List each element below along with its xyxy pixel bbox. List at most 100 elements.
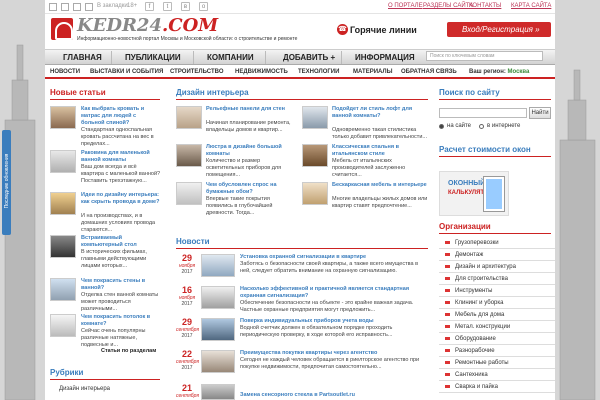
nav-info[interactable]: ИНФОРМАЦИЯ [355,53,415,62]
org-item[interactable]: Демонтаж [439,249,555,261]
nav2-feedback[interactable]: ОБРАТНАЯ СВЯЗЬ [401,69,457,75]
article-thumb[interactable] [50,278,76,301]
nav2-construction[interactable]: СТРОИТЕЛЬСТВО [170,69,224,75]
news-item-title[interactable]: Замена сенсорного стекла в Partsoutlet.r… [240,392,428,399]
facebook-icon[interactable]: f [145,2,154,11]
hotline-link[interactable]: Горячие линии [350,25,417,35]
top-link-sitemap[interactable]: КАРТА САЙТА [511,3,551,9]
nav2-events[interactable]: ВЫСТАВКИ И СОБЫТИЯ [90,69,163,75]
design-thumb[interactable] [176,144,202,167]
radio-internet[interactable] [479,124,484,129]
news-thumb[interactable] [201,254,235,277]
rubrics-title: Рубрики [50,368,84,377]
logo-text[interactable]: KEDR24.COM [77,15,218,36]
site-search-button[interactable]: Найти [529,107,551,119]
org-item[interactable]: Разнорабочие [439,345,555,357]
design-thumb[interactable] [302,144,328,167]
design-item-title[interactable]: Подойдет ли стиль лофт для ванной комнат… [332,106,428,120]
radio-site[interactable] [439,124,444,129]
news-item-text: Обеспечение безопасности на объекте - эт… [240,300,414,313]
top-link-sections[interactable]: РАЗДЕЛЫ САЙТА [423,3,473,9]
org-item[interactable]: Грузоперевозки [439,237,555,249]
header-search-input[interactable]: Поиск по ключевым словам [426,51,543,61]
age-badge: 18+ [127,3,138,9]
design-title: Дизайн интерьера [176,88,249,97]
news-item-text: Водной счетчик должен в обязательном пор… [240,325,393,338]
login-button[interactable]: Вход/Регистрация » [447,22,551,37]
news-date: 16 ноября 2017 [178,285,196,308]
article-title[interactable]: Идеи по дизайну интерьера: как скрыть пр… [81,192,161,206]
site-search-input[interactable] [439,108,527,118]
top-link-contacts[interactable]: КОНТАКТЫ [469,3,501,9]
design-item-title[interactable]: Бескаркасная мебель в интерьере [332,182,428,189]
email-icon[interactable] [61,3,69,11]
new-articles-title: Новые статьи [50,88,106,97]
org-item[interactable]: Сантехника [439,369,555,381]
news-item-title[interactable]: Преимущества покупки квартиры через аген… [240,350,428,357]
article-text: Стандартная односпальная кровать рассчит… [81,127,154,147]
design-item-title[interactable]: Рельефные панели для стен [206,106,296,113]
design-thumb[interactable] [176,106,202,129]
home-icon[interactable] [73,3,81,11]
nav-publications[interactable]: ПУБЛИКАЦИИ [125,53,181,62]
top-link-about[interactable]: О ПОРТАЛЕ [388,3,423,9]
more-articles-link[interactable]: Статьи по разделам [101,348,156,354]
article-text: Отделка стен ванной комнаты может провод… [81,292,159,312]
news-thumb[interactable] [201,318,235,341]
ok-icon[interactable]: о [199,2,208,11]
news-item-title[interactable]: Установка охранной сигнализации в кварти… [240,254,428,261]
orgs-title: Организации [439,222,491,231]
vk-icon[interactable]: в [181,2,190,11]
news-item-title[interactable]: Поверка индивидуальных приборов учета во… [240,318,428,325]
region-selector[interactable]: Ваш регион: Москва [469,69,529,75]
logo-icon[interactable] [51,18,73,40]
org-item[interactable]: Сварка и пайка [439,381,555,393]
bookmark-icon[interactable] [85,3,93,11]
recent-updates-tab[interactable]: Последние обновления [2,130,11,235]
org-item[interactable]: Клининг и уборка [439,297,555,309]
article-text: Сейчас очень популярны различные натяжны… [81,328,146,348]
org-item[interactable]: Дизайн и архитектура [439,261,555,273]
article-thumb[interactable] [50,314,76,337]
nav2-news[interactable]: НОВОСТИ [50,69,80,75]
design-item-title[interactable]: Люстра в дизайне большой комнаты [206,144,296,158]
nav2-realty[interactable]: НЕДВИЖИМОСТЬ [235,69,288,75]
design-item-title[interactable]: Чем обусловлен спрос на бумажные обои? [206,182,296,196]
nav-add[interactable]: ДОБАВИТЬ + [283,53,335,62]
window-calculator-banner[interactable]: ОКОННЫЙ КАЛЬКУЛЯТОР [439,171,509,216]
article-title[interactable]: Чем покрасить стены в ванной? [81,278,161,292]
article-thumb[interactable] [50,106,76,129]
org-item[interactable]: Метал. конструкции [439,321,555,333]
calc-banner-line1: ОКОННЫЙ [448,180,486,187]
nav2-tech[interactable]: ТЕХНОЛОГИИ [298,69,339,75]
nav-home[interactable]: ГЛАВНАЯ [63,53,102,62]
twitter-icon[interactable]: t [163,2,172,11]
rss-icon[interactable] [49,3,57,11]
article-title[interactable]: Чем покрасить потолок в комнате? [81,314,161,328]
design-item-text: Впервые такие покрытия появились в глубо… [206,196,273,216]
org-item[interactable]: Мебель для дома [439,309,555,321]
article-thumb[interactable] [50,235,76,258]
org-item[interactable]: Оборудование [439,333,555,345]
news-thumb[interactable] [201,384,235,400]
news-thumb[interactable] [201,350,235,373]
org-item[interactable]: Инструменты [439,285,555,297]
design-item-title[interactable]: Классическая спальня в итальянском стиле [332,144,428,158]
news-item-title[interactable]: Насколько эффективной и практичной являе… [240,286,428,300]
article-title[interactable]: Как выбрать кровать и матрас для людей с… [81,106,161,127]
design-item-text: Начиная планирование ремонта, владельцы … [206,120,291,133]
nav2-materials[interactable]: МАТЕРИАЛЫ [353,69,393,75]
article-thumb[interactable] [50,192,76,215]
article-title[interactable]: Встраиваемый компьютерный стол [81,235,161,249]
design-thumb[interactable] [302,106,328,129]
news-thumb[interactable] [201,286,235,309]
rubric-item[interactable]: Дизайн интерьера [59,386,110,392]
org-item[interactable]: Для строительства [439,273,555,285]
nav-companies[interactable]: КОМПАНИИ [207,53,254,62]
article-title[interactable]: Раковина для маленькой ванной комнаты [81,150,161,164]
article-thumb[interactable] [50,150,76,173]
org-item[interactable]: Ремонтные работы [439,357,555,369]
design-thumb[interactable] [176,182,202,205]
bookmark-link[interactable]: В закладки [97,3,128,9]
design-thumb[interactable] [302,182,328,205]
